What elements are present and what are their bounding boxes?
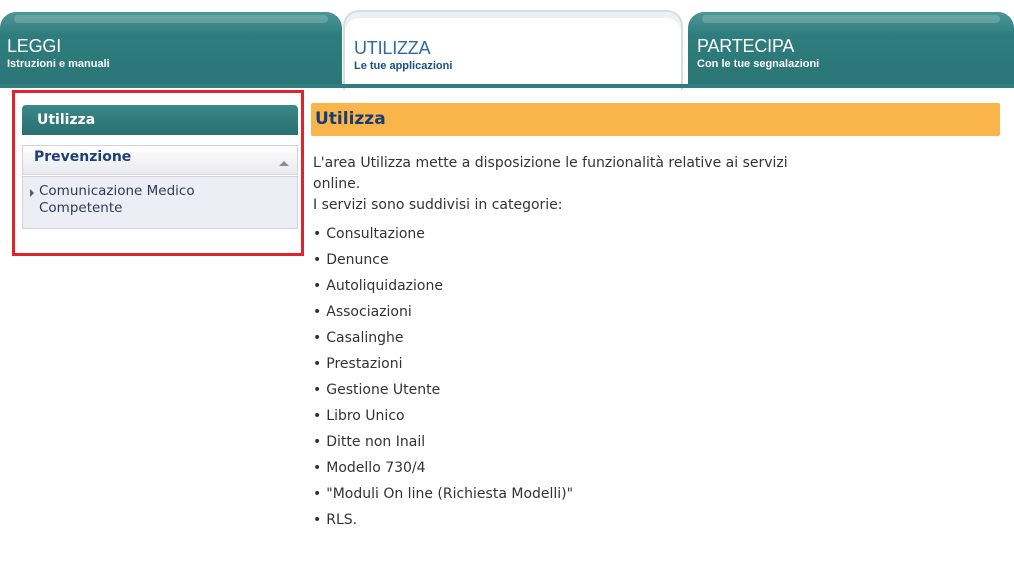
sidebar-category-prevenzione[interactable]: Prevenzione: [22, 145, 298, 175]
list-item: Consultazione: [313, 221, 993, 247]
tab-partecipa-subtitle: Con le tue segnalazioni: [697, 58, 820, 70]
intro-text-line2: online.: [313, 176, 361, 192]
list-item: Prestazioni: [313, 351, 993, 377]
sidebar-item-label-line2: Competente: [39, 200, 123, 216]
category-list: Consultazione Denunce Autoliquidazione A…: [313, 221, 993, 533]
tab-utilizza-subtitle: Le tue applicazioni: [354, 60, 453, 72]
list-item: Autoliquidazione: [313, 273, 993, 299]
list-item: Associazioni: [313, 299, 993, 325]
tab-utilizza[interactable]: UTILIZZA Le tue applicazioni: [343, 10, 683, 90]
sidebar-item-label-line1: Comunicazione Medico: [39, 183, 195, 199]
tab-leggi-subtitle: Istruzioni e manuali: [7, 58, 110, 70]
list-item: "Moduli On line (Richiesta Modelli)": [313, 481, 993, 507]
tab-partecipa-title: PARTECIPA: [697, 36, 795, 56]
sidebar-item-comunicazione-medico-competente[interactable]: Comunicazione Medico Competente: [22, 176, 298, 229]
tab-underline: [0, 84, 1014, 88]
list-item: RLS.: [313, 507, 993, 533]
tab-leggi-title: LEGGI: [7, 36, 62, 56]
intro-text-line3: I servizi sono suddivisi in categorie:: [313, 197, 563, 213]
collapse-caret-icon[interactable]: [279, 161, 289, 166]
tab-leggi[interactable]: LEGGI Istruzioni e manuali: [0, 12, 342, 88]
list-item: Libro Unico: [313, 403, 993, 429]
list-item: Ditte non Inail: [313, 429, 993, 455]
sidebar-category-label: Prevenzione: [34, 149, 132, 165]
tab-partecipa[interactable]: PARTECIPA Con le tue segnalazioni: [688, 12, 1014, 88]
intro-text-line1: L'area Utilizza mette a disposizione le …: [313, 155, 788, 171]
tab-utilizza-title: UTILIZZA: [354, 38, 431, 58]
list-item: Modello 730/4: [313, 455, 993, 481]
main-content: L'area Utilizza mette a disposizione le …: [313, 153, 993, 533]
sidebar-header: Utilizza: [22, 105, 298, 135]
bullet-arrow-icon: [30, 189, 34, 197]
page-title: Utilizza: [311, 103, 1000, 136]
list-item: Gestione Utente: [313, 377, 993, 403]
list-item: Denunce: [313, 247, 993, 273]
list-item: Casalinghe: [313, 325, 993, 351]
top-nav: LEGGI Istruzioni e manuali UTILIZZA Le t…: [0, 0, 1014, 90]
